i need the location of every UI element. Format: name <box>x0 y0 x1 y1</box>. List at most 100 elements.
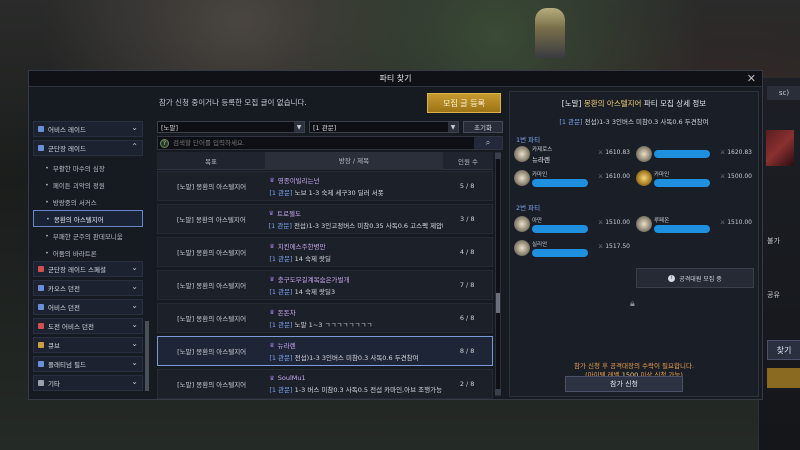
category-label: 군단장 레이드 <box>48 145 86 153</box>
member-slot[interactable]: 1620.83 <box>636 144 754 164</box>
member-ilvl: 1610.00 <box>598 173 630 180</box>
list-scrollbar[interactable] <box>495 152 501 396</box>
window-title: 파티 찾기 <box>379 74 412 83</box>
row-tag: [1 관문] <box>269 354 293 362</box>
chevron-down-icon: ⌄ <box>131 263 138 272</box>
row-leader: 치킨에스주한병만 <box>277 243 326 251</box>
platinum-field-icon <box>38 361 44 367</box>
member-slot[interactable]: 실리안 1517.50 <box>514 238 632 258</box>
row-tag: [1 관문] <box>269 288 293 296</box>
detail-panel: [노말] 몽환의 아스텔지어 파티 모집 상세 정보 [1 관문] 전섭)1-3… <box>509 91 759 397</box>
row-title: 전섭)1-3 3인버스 미참0.3 사독0.6 두견참여 <box>294 354 419 362</box>
row-count: 5 / 8 <box>459 182 475 190</box>
table-row-selected[interactable]: [노말] 몽환의 아스텔지어 ♛ 뉴라렌 [1 관문] 전섭)1-3 3인버스 미… <box>157 336 493 366</box>
scroll-down-icon[interactable] <box>495 389 501 395</box>
gate-select[interactable]: [1 관문] ▼ <box>309 121 459 133</box>
redaction-mark <box>532 178 588 187</box>
category-challenge-abyss[interactable]: 도전 어비스 던전 ⌄ <box>33 318 143 334</box>
help-icon[interactable]: ? <box>160 138 169 148</box>
crown-icon: ♛ <box>268 209 275 217</box>
category-label: 카오스 던전 <box>48 285 80 293</box>
legion-raid-icon <box>38 145 44 151</box>
more-icon <box>38 380 44 386</box>
chevron-down-icon: ⌄ <box>131 123 138 132</box>
table-row[interactable]: [노말] 몽환의 아스텔지어 ♛ 치킨에스주한병만 [1 관문] 14 숙제 랏딜… <box>157 237 493 267</box>
row-target: [노말] 몽환의 아스텔지어 <box>177 249 247 257</box>
chevron-down-icon: ▼ <box>294 122 304 132</box>
row-leader: SoulMu1 <box>277 374 306 382</box>
info-icon: i <box>668 274 676 282</box>
lock-icon: 🔒︎ <box>630 299 635 309</box>
member-slot[interactable]: 카마인 1610.00 <box>514 168 632 188</box>
row-leader: 충구도무길계목숨은가벌개 <box>277 276 350 284</box>
subitem-garden[interactable]: 페이튼 괴악의 정원 <box>33 176 143 193</box>
sidebar-scrollbar[interactable] <box>145 321 149 391</box>
row-target: [노말] 몽환의 아스텔지어 <box>177 183 247 191</box>
abyss-dungeon-icon <box>38 304 44 310</box>
subitem-astelgia[interactable]: 몽환의 아스텔지어 <box>33 210 143 227</box>
detail-sub-tag: [1 관문] <box>559 118 583 126</box>
subitem-pandemonium[interactable]: 부패한 군주의 판데모니움 <box>33 227 143 244</box>
row-count: 6 / 8 <box>459 314 475 322</box>
chevron-down-icon: ⌄ <box>131 377 138 386</box>
close-icon[interactable]: ✕ <box>747 72 756 85</box>
detail-title-tag: [노말] <box>561 99 582 108</box>
member-slot[interactable]: 아만 1510.00 <box>514 214 632 234</box>
row-leader: 트로젤도 <box>277 210 301 218</box>
member-ilvl: 1620.83 <box>720 149 752 156</box>
row-count: 7 / 8 <box>459 281 475 289</box>
member-class: 아만 <box>532 217 543 224</box>
header-title[interactable]: 방장 / 제목 <box>265 151 443 170</box>
scroll-thumb[interactable] <box>496 293 500 313</box>
table-row[interactable]: [노말] 몽환의 아스텔지어 ♛ 트로젤도 [1 관문] 전섭)1-3 3인고정버… <box>157 204 493 234</box>
row-tag: [1 관문] <box>269 189 293 197</box>
redaction-mark <box>654 150 710 158</box>
subitem-heart[interactable]: 부활한 마수의 심장 <box>33 159 143 176</box>
chevron-down-icon: ⌄ <box>131 358 138 367</box>
scroll-up-icon[interactable] <box>495 153 501 159</box>
category-label: 기타 <box>48 380 60 388</box>
member-slot[interactable]: 카마인 1500.00 <box>636 168 754 188</box>
category-label: 큐브 <box>48 342 60 350</box>
subitem-circus[interactable]: 방랑중의 서커스 <box>33 193 143 210</box>
party1-label: 1번 파티 <box>516 136 541 144</box>
detail-title: [노말] 몽환의 아스텔지어 파티 모집 상세 정보 <box>510 98 758 109</box>
party2-label: 2번 파티 <box>516 204 541 212</box>
member-slot[interactable]: 루페온 1510.00 <box>636 214 754 234</box>
search-icon[interactable]: ⌕ <box>474 137 502 149</box>
category-cube[interactable]: 큐브 ⌄ <box>33 337 143 353</box>
crown-icon: ♛ <box>269 242 275 250</box>
category-platinum-field[interactable]: 플래티넘 필드 ⌄ <box>33 356 143 372</box>
crown-icon: ♛ <box>269 275 275 283</box>
table-header: 목표 방장 / 제목 인원 수 <box>157 151 493 170</box>
category-sidebar: 어비스 레이드 ⌄ 군단장 레이드 ⌃ 부활한 마수의 심장 페이튼 괴악의 정… <box>33 121 143 397</box>
row-target: [노말] 몽환의 아스텔지어 <box>177 282 247 290</box>
background-portrait <box>766 130 794 166</box>
register-post-button[interactable]: 모집 글 등록 <box>427 93 501 113</box>
table-row[interactable]: [노말] 몽환의 아스텔지어 ♛ 영종이빌리는넌 [1 관문] 노브 1-3 숙제… <box>157 171 493 201</box>
difficulty-select[interactable]: [노말] ▼ <box>157 121 305 133</box>
member-class: 카마인 <box>654 171 670 178</box>
category-legion-raid[interactable]: 군단장 레이드 ⌃ <box>33 140 143 156</box>
search-input[interactable] <box>173 139 474 147</box>
table-row[interactable]: [노말] 몽환의 아스텔지어 ♛ 돈돈차 [1 관문] 노말 1~3 ㄱㄱㄱㄱㄱㄱ… <box>157 303 493 333</box>
category-chaos-dungeon[interactable]: 카오스 던전 ⌄ <box>33 280 143 296</box>
table-row[interactable]: [노말] 몽환의 아스텔지어 ♛ SoulMu1 [1 관문] 1-3 버스 미참… <box>157 369 493 399</box>
category-abyss-dungeon[interactable]: 어비스 던전 ⌄ <box>33 299 143 315</box>
row-tag: [1 관문] <box>268 222 292 230</box>
category-etc[interactable]: 기타 ⌄ <box>33 375 143 391</box>
background-find-button[interactable]: 찾기 <box>767 340 800 360</box>
apply-button[interactable]: 참가 신청 <box>565 376 683 392</box>
row-target: [노말] 몽환의 아스텔지어 <box>177 381 247 389</box>
category-abyss-raid[interactable]: 어비스 레이드 ⌄ <box>33 121 143 137</box>
member-slot[interactable]: 카제로스 뉴라렌 1610.83 <box>514 144 632 164</box>
header-target: 목표 <box>205 157 217 166</box>
chevron-down-icon: ⌄ <box>131 339 138 348</box>
row-count: 3 / 8 <box>460 215 475 223</box>
table-row[interactable]: [노말] 몽환의 아스텔지어 ♛ 충구도무길계목숨은가벌개 [1 관문] 14 숙… <box>157 270 493 300</box>
category-legion-special[interactable]: 군단장 레이드 스페셜 ⌄ <box>33 261 143 277</box>
subitem-baratron[interactable]: 어둠의 바라트론 <box>33 244 143 261</box>
background-gold-button[interactable] <box>767 368 800 388</box>
reset-button[interactable]: 초기화 <box>463 121 503 133</box>
notice-line1: 참가 신청 후 공격대장의 수락이 필요합니다. <box>573 362 695 370</box>
